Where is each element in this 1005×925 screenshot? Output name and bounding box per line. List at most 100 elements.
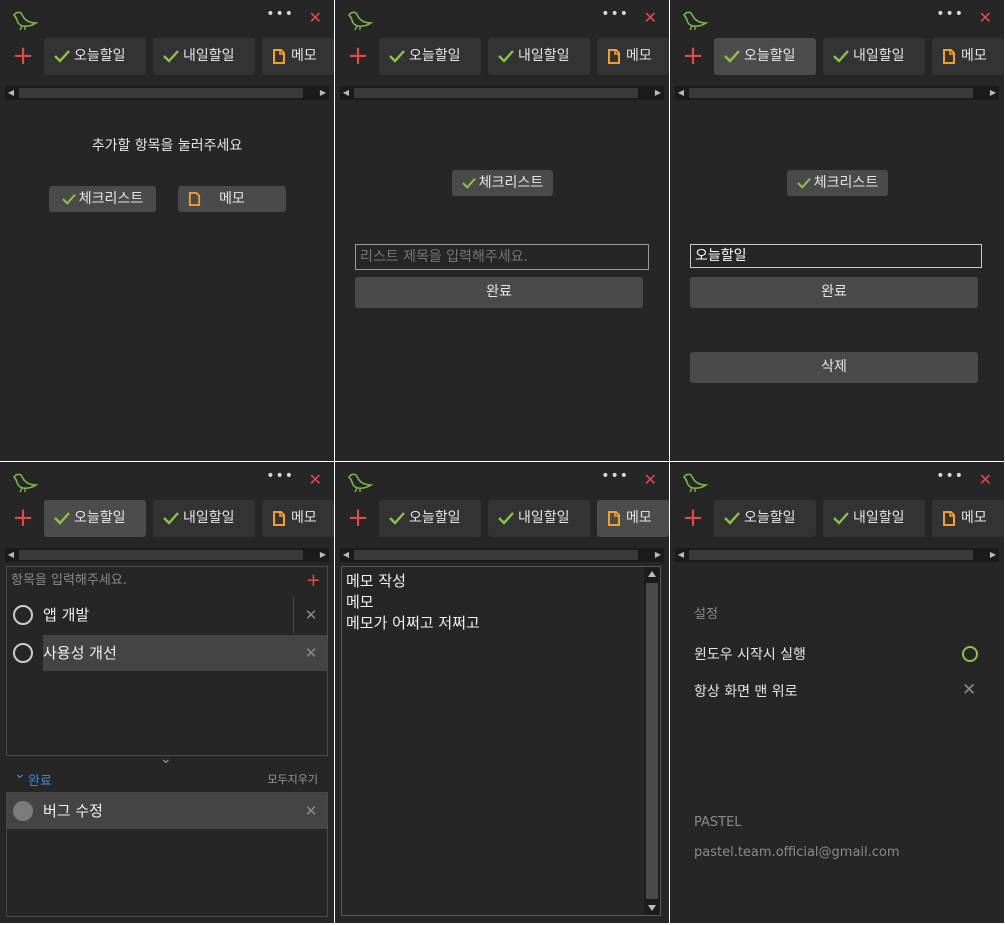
more-icon[interactable]: ••• — [266, 6, 294, 22]
scroll-right-icon[interactable]: ▶ — [652, 86, 664, 100]
list-item[interactable]: 사용성 개선 ✕ — [7, 635, 327, 671]
topmost-toggle-off-icon[interactable]: ✕ — [962, 680, 976, 700]
scroll-left-icon[interactable]: ◀ — [5, 86, 17, 100]
add-memo-button[interactable]: 메모 — [178, 186, 286, 212]
more-icon[interactable]: ••• — [266, 468, 294, 484]
add-item-icon[interactable]: + — [306, 567, 321, 595]
delete-button[interactable]: 삭제 — [690, 352, 978, 383]
delete-item-icon[interactable]: ✕ — [295, 635, 327, 671]
tab-today[interactable]: 오늘할일 — [714, 500, 816, 537]
scroll-thumb[interactable] — [19, 88, 303, 98]
list-item-text[interactable]: 사용성 개선 — [43, 635, 327, 671]
tab-today[interactable]: 오늘할일 — [44, 38, 146, 75]
scroll-thumb[interactable] — [354, 88, 638, 98]
list-item[interactable]: 앱 개발 ✕ — [7, 597, 327, 633]
panel-add-item: ••• ✕ + 오늘할일 내일할일 메모 ◀ ▶ 추가할 항목을 눌러주세요 체… — [0, 0, 334, 461]
memo-textarea[interactable]: 메모 작성 메모 메모가 어쩌고 저쩌고 — [341, 566, 661, 916]
tab-tomorrow[interactable]: 내일할일 — [488, 38, 590, 75]
checkbox-icon[interactable] — [13, 643, 33, 663]
list-item[interactable]: 버그 수정 ✕ — [7, 793, 327, 829]
tab-today[interactable]: 오늘할일 — [44, 500, 146, 537]
done-button[interactable]: 완료 — [690, 277, 978, 308]
tab-tomorrow[interactable]: 내일할일 — [823, 500, 925, 537]
list-title-input[interactable]: 오늘할일 — [690, 244, 982, 268]
clear-all-button[interactable]: 모두지우기 — [267, 771, 318, 787]
add-tab-button[interactable]: + — [347, 43, 369, 69]
bird-logo-icon — [12, 473, 38, 493]
memo-scrollbar[interactable] — [644, 567, 660, 915]
add-tab-button[interactable]: + — [347, 505, 369, 531]
add-tab-button[interactable]: + — [682, 505, 704, 531]
tab-tomorrow[interactable]: 내일할일 — [153, 38, 255, 75]
tab-memo[interactable]: 메모 — [932, 500, 1004, 537]
chevron-down-icon[interactable]: ⌄ — [14, 766, 26, 782]
checked-circle-icon[interactable] — [13, 801, 33, 821]
more-icon[interactable]: ••• — [936, 468, 964, 484]
scroll-left-icon[interactable]: ◀ — [675, 548, 687, 562]
scroll-down-icon[interactable] — [648, 905, 656, 911]
scroll-up-icon[interactable] — [648, 571, 656, 577]
scroll-left-icon[interactable]: ◀ — [340, 86, 352, 100]
more-icon[interactable]: ••• — [601, 468, 629, 484]
close-icon[interactable]: ✕ — [644, 9, 657, 27]
memo-icon — [188, 192, 201, 206]
tab-memo[interactable]: 메모 — [597, 38, 669, 75]
checkbox-icon[interactable] — [13, 605, 33, 625]
tab-today[interactable]: 오늘할일 — [379, 500, 481, 537]
startup-toggle-on-icon[interactable] — [962, 646, 978, 662]
tab-tomorrow[interactable]: 내일할일 — [153, 500, 255, 537]
list-item-text[interactable]: 버그 수정 — [43, 793, 103, 829]
tab-tomorrow[interactable]: 내일할일 — [823, 38, 925, 75]
tab-tomorrow[interactable]: 내일할일 — [488, 500, 590, 537]
tab-memo[interactable]: 메모 — [932, 38, 1004, 75]
scroll-left-icon[interactable]: ◀ — [5, 548, 17, 562]
done-section-header[interactable]: ⌄ 완료 모두지우기 — [14, 766, 320, 789]
add-checklist-button[interactable]: 체크리스트 — [49, 186, 156, 212]
delete-item-icon[interactable]: ✕ — [295, 597, 327, 633]
scroll-right-icon[interactable]: ▶ — [987, 548, 999, 562]
delete-item-icon[interactable]: ✕ — [295, 793, 327, 829]
scroll-thumb[interactable] — [689, 88, 973, 98]
tab-memo[interactable]: 메모 — [262, 500, 334, 537]
tab-scrollbar[interactable]: ◀ ▶ — [5, 86, 329, 100]
checklist-type-badge[interactable]: 체크리스트 — [787, 170, 888, 196]
scroll-right-icon[interactable]: ▶ — [317, 548, 329, 562]
close-icon[interactable]: ✕ — [979, 9, 992, 27]
done-button[interactable]: 완료 — [355, 277, 643, 308]
list-title-input[interactable] — [355, 244, 649, 270]
tab-memo[interactable]: 메모 — [262, 38, 334, 75]
add-tab-button[interactable]: + — [12, 505, 34, 531]
collapse-icon[interactable]: ⌄ — [160, 751, 172, 767]
close-icon[interactable]: ✕ — [309, 9, 322, 27]
more-icon[interactable]: ••• — [936, 6, 964, 22]
scroll-thumb[interactable] — [354, 550, 638, 560]
scroll-right-icon[interactable]: ▶ — [652, 548, 664, 562]
scroll-thumb[interactable] — [19, 550, 303, 560]
tab-today[interactable]: 오늘할일 — [714, 38, 816, 75]
tab-scrollbar[interactable]: ◀ ▶ — [5, 548, 329, 562]
scroll-right-icon[interactable]: ▶ — [317, 86, 329, 100]
tab-scrollbar[interactable]: ◀ ▶ — [340, 86, 664, 100]
item-input[interactable]: 항목을 입력해주세요. — [11, 567, 127, 595]
scroll-thumb[interactable] — [689, 550, 973, 560]
close-icon[interactable]: ✕ — [979, 471, 992, 489]
list-item-text[interactable]: 앱 개발 — [43, 597, 294, 633]
scroll-left-icon[interactable]: ◀ — [340, 548, 352, 562]
scroll-left-icon[interactable]: ◀ — [675, 86, 687, 100]
add-tab-button[interactable]: + — [12, 43, 34, 69]
tab-memo[interactable]: 메모 — [597, 500, 669, 537]
contact-email[interactable]: pastel.team.official@gmail.com — [694, 845, 900, 860]
more-icon[interactable]: ••• — [601, 6, 629, 22]
tab-today[interactable]: 오늘할일 — [379, 38, 481, 75]
close-icon[interactable]: ✕ — [644, 471, 657, 489]
tab-scrollbar[interactable]: ◀ ▶ — [340, 548, 664, 562]
checklist-type-badge[interactable]: 체크리스트 — [452, 170, 553, 196]
check-icon — [833, 50, 849, 63]
tab-label: 메모 — [626, 48, 652, 64]
scroll-right-icon[interactable]: ▶ — [987, 86, 999, 100]
memo-scroll-thumb[interactable] — [646, 583, 658, 899]
close-icon[interactable]: ✕ — [309, 471, 322, 489]
add-tab-button[interactable]: + — [682, 43, 704, 69]
tab-scrollbar[interactable]: ◀ ▶ — [675, 548, 999, 562]
tab-scrollbar[interactable]: ◀ ▶ — [675, 86, 999, 100]
